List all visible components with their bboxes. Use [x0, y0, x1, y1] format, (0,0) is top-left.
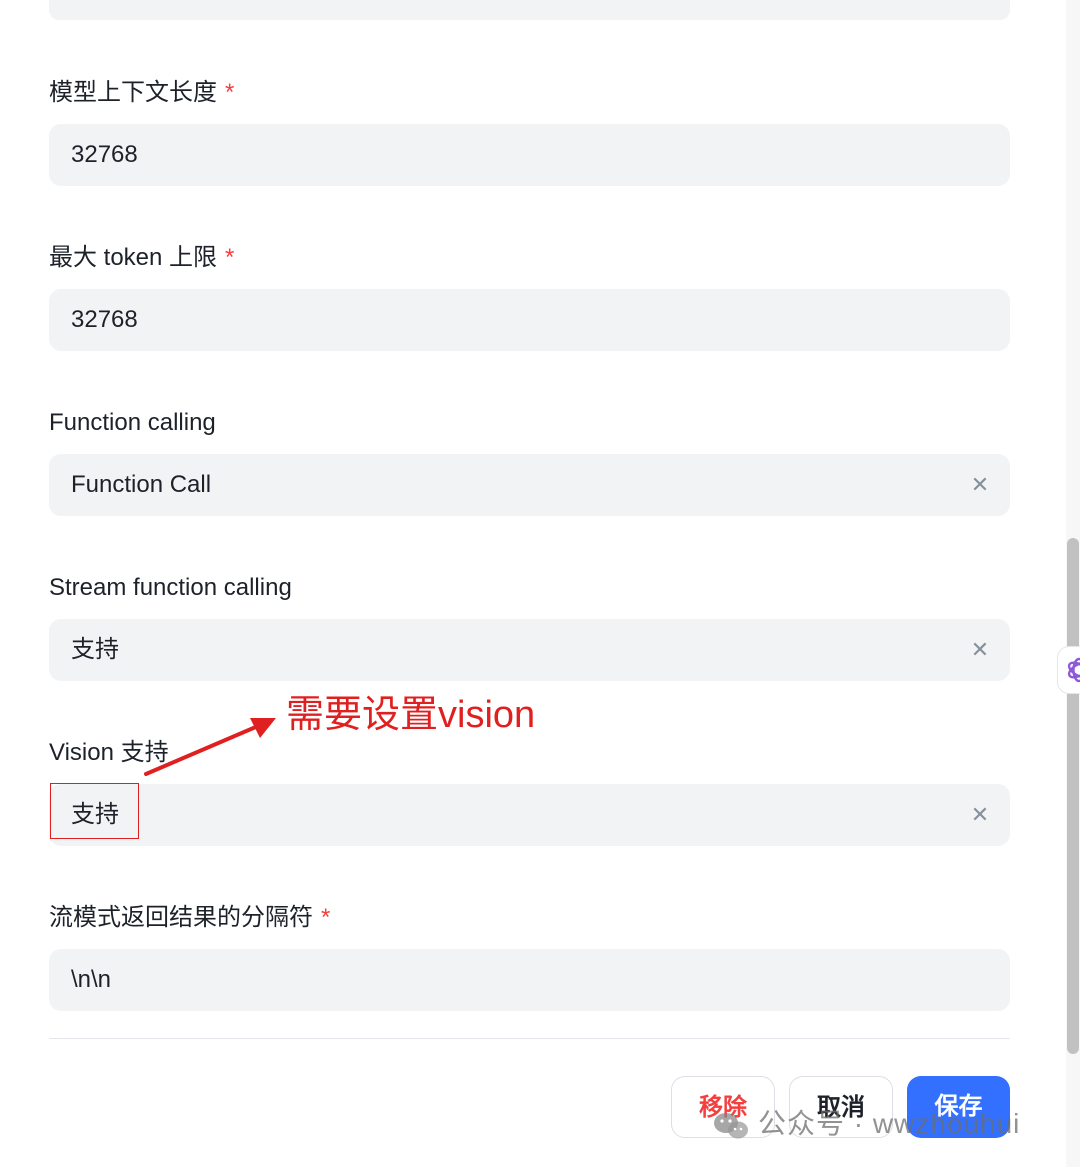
context-length-input[interactable]: 32768	[49, 124, 1010, 186]
ai-assistant-icon	[1067, 657, 1080, 683]
watermark: 公众号 · wwzhouhui	[712, 1106, 1020, 1142]
function-calling-select[interactable]: Function Call ✕	[49, 454, 1010, 516]
scrollbar-thumb[interactable]	[1067, 538, 1079, 1054]
stream-function-calling-label: Stream function calling	[49, 574, 292, 601]
annotation-text: 需要设置vision	[286, 694, 536, 736]
stream-separator-input[interactable]: \n\n	[49, 949, 1010, 1011]
wechat-icon	[714, 1112, 748, 1139]
max-token-input[interactable]: 32768	[49, 289, 1010, 351]
vision-select[interactable]: 支持 ✕	[49, 784, 1010, 846]
vision-label: Vision 支持	[49, 739, 169, 766]
watermark-text: 公众号 · wwzhouhui	[758, 1108, 1021, 1139]
stream-function-calling-select[interactable]: 支持 ✕	[49, 619, 1010, 681]
stream-function-calling-value: 支持	[71, 636, 119, 663]
clear-icon[interactable]: ✕	[968, 638, 992, 662]
function-calling-value: Function Call	[71, 471, 212, 498]
previous-field[interactable]	[49, 0, 1010, 20]
context-length-value: 32768	[71, 141, 138, 168]
model-config-panel: 模型上下文长度 * 32768 最大 token 上限 * 32768 Functi…	[0, 0, 1066, 1167]
max-token-value: 32768	[71, 306, 138, 333]
context-length-label: 模型上下文长度 *	[49, 79, 235, 106]
stream-separator-label: 流模式返回结果的分隔符 *	[49, 904, 331, 931]
required-mark: *	[225, 244, 235, 271]
required-mark: *	[321, 904, 331, 931]
required-mark: *	[225, 79, 235, 106]
side-assistant-button[interactable]	[1057, 646, 1080, 694]
max-token-label: 最大 token 上限 *	[49, 244, 235, 271]
function-calling-label: Function calling	[49, 409, 216, 436]
footer-divider	[49, 1038, 1010, 1039]
clear-icon[interactable]: ✕	[968, 803, 992, 827]
stream-separator-value: \n\n	[71, 966, 112, 993]
clear-icon[interactable]: ✕	[968, 473, 992, 497]
annotation-highlight-box	[50, 783, 139, 839]
